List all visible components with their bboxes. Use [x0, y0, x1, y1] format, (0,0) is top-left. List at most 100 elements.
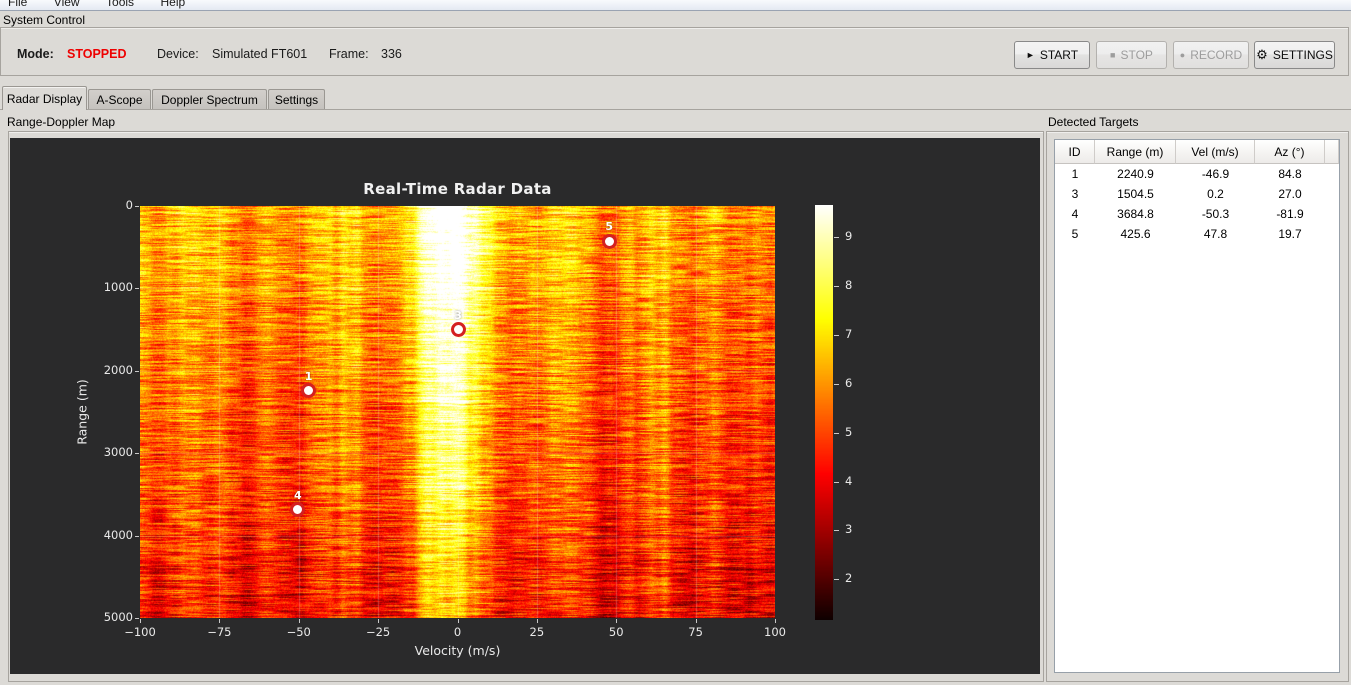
settings-button[interactable]: ⚙ SETTINGS — [1254, 41, 1335, 69]
table-cell: 2240.9 — [1117, 167, 1154, 181]
y-axis-label: Range (m) — [74, 379, 90, 445]
frame-label: Frame: — [329, 47, 369, 61]
colorbar-tick-label: 2 — [845, 571, 853, 586]
x-tick-mark — [536, 619, 538, 623]
colorbar-tick-label: 7 — [845, 326, 853, 341]
y-tick-label: 2000 — [103, 362, 133, 377]
table-cell: 425.6 — [1120, 227, 1151, 241]
column-header-id[interactable]: ID — [1055, 140, 1095, 164]
plot-title: Real-Time Radar Data — [363, 180, 552, 198]
y-tick-mark — [135, 206, 139, 207]
column-header-blank — [1325, 140, 1339, 164]
table-row[interactable]: 4 3684.8 -50.3 -81.9 — [1055, 204, 1339, 224]
tab-doppler-spectrum[interactable]: Doppler Spectrum — [152, 89, 267, 109]
table-row[interactable]: 5 425.6 47.8 19.7 — [1055, 224, 1339, 244]
x-tick-mark — [140, 619, 141, 623]
y-tick-mark — [135, 618, 139, 619]
target-marker-label: 5 — [605, 220, 614, 234]
table-cell: 4 — [1071, 207, 1079, 221]
colorbar-tick-label: 6 — [845, 375, 853, 390]
radar-app-window: File View Tools Help System Control Mode… — [0, 0, 1351, 685]
table-cell: 3684.8 — [1117, 207, 1154, 221]
start-button-label: START — [1039, 48, 1079, 62]
y-tick-mark — [135, 535, 139, 537]
table-cell: -50.3 — [1201, 207, 1230, 221]
y-tick-mark — [135, 453, 139, 455]
colorbar-tick-label: 9 — [845, 228, 853, 243]
table-cell: 1504.5 — [1117, 187, 1154, 201]
target-marker-label: 1 — [304, 369, 313, 383]
record-icon: ● — [1179, 50, 1186, 60]
target-marker — [601, 233, 617, 249]
targets-table: ID Range (m) Vel (m/s) Az (°) 1 2240.9 -46… — [1054, 139, 1340, 673]
table-row[interactable]: 3 1504.5 0.2 27.0 — [1055, 184, 1339, 204]
x-axis-label: Velocity (m/s) — [414, 643, 501, 658]
colorbar-tick-label: 3 — [845, 522, 853, 537]
settings-button-label: SETTINGS — [1272, 48, 1333, 62]
menu-item-view[interactable]: View — [43, 0, 91, 9]
y-tick-mark — [135, 288, 139, 290]
record-button-label: RECORD — [1190, 48, 1243, 62]
y-tick-label: 5000 — [103, 610, 133, 624]
table-cell: 27.0 — [1278, 187, 1302, 201]
x-tick-mark — [616, 619, 618, 623]
menu-item-tools[interactable]: Tools — [95, 0, 145, 9]
colorbar-tick-label: 5 — [845, 424, 853, 439]
y-tick-label: 4000 — [103, 527, 133, 542]
colorbar-tick-mark — [834, 530, 839, 532]
stop-icon: ■ — [1110, 50, 1116, 60]
targets-table-header: ID Range (m) Vel (m/s) Az (°) — [1055, 140, 1339, 164]
colorbar-tick-mark — [834, 334, 839, 336]
menu-item-file[interactable]: File — [0, 0, 38, 9]
y-tick-label: 0 — [125, 198, 133, 212]
table-cell: 84.8 — [1278, 167, 1302, 181]
tab-settings[interactable]: Settings — [268, 89, 325, 109]
play-icon: ► — [1025, 50, 1035, 60]
gear-icon: ⚙ — [1256, 47, 1268, 62]
menu-item-help[interactable]: Help — [150, 0, 197, 9]
detected-targets-group-label: Detected Targets — [1048, 115, 1139, 129]
colorbar — [815, 205, 833, 620]
x-tick-label: −25 — [365, 625, 391, 639]
x-tick-label: 25 — [529, 625, 545, 639]
device-label: Device: — [157, 47, 199, 61]
column-header-vel[interactable]: Vel (m/s) — [1176, 140, 1255, 164]
tab-label: Settings — [274, 92, 319, 107]
tab-a-scope[interactable]: A-Scope — [88, 89, 151, 109]
table-cell: 19.7 — [1278, 227, 1302, 241]
range-doppler-map-group-label: Range-Doppler Map — [7, 115, 116, 129]
table-row[interactable]: 1 2240.9 -46.9 84.8 — [1055, 164, 1339, 184]
x-tick-label: −75 — [207, 625, 232, 639]
table-cell: -81.9 — [1276, 207, 1304, 221]
x-tick-label: 0 — [453, 625, 462, 639]
table-cell: 0.2 — [1207, 187, 1224, 201]
colorbar-tick-label: 8 — [845, 277, 853, 292]
record-button[interactable]: ● RECORD — [1173, 41, 1249, 69]
tab-label: A-Scope — [96, 92, 143, 107]
x-tick-mark — [298, 619, 300, 623]
range-doppler-heatmap — [140, 206, 775, 618]
x-tick-mark — [219, 619, 221, 623]
table-cell: -46.9 — [1201, 167, 1230, 181]
colorbar-tick-mark — [834, 579, 839, 581]
tab-radar-display[interactable]: Radar Display — [2, 86, 87, 110]
y-tick-label: 3000 — [103, 445, 133, 460]
stop-button[interactable]: ■ STOP — [1096, 41, 1167, 69]
start-button[interactable]: ► START — [1014, 41, 1090, 69]
table-cell: 3 — [1071, 187, 1079, 201]
x-tick-mark — [695, 619, 697, 623]
mode-value: STOPPED — [67, 47, 127, 61]
colorbar-tick-mark — [834, 481, 839, 483]
x-tick-label: −100 — [124, 625, 156, 639]
x-tick-label: −50 — [286, 625, 311, 639]
x-tick-label: 50 — [608, 625, 624, 639]
x-tick-label: 75 — [688, 625, 703, 639]
target-marker-label: 4 — [293, 488, 302, 502]
column-header-range[interactable]: Range (m) — [1095, 140, 1176, 164]
target-marker-label: 3 — [454, 308, 462, 322]
colorbar-tick-mark — [834, 432, 839, 434]
column-header-az[interactable]: Az (°) — [1255, 140, 1325, 164]
table-cell: 1 — [1071, 167, 1079, 181]
device-value: Simulated FT601 — [212, 47, 308, 61]
system-control-group-label: System Control — [3, 13, 86, 27]
